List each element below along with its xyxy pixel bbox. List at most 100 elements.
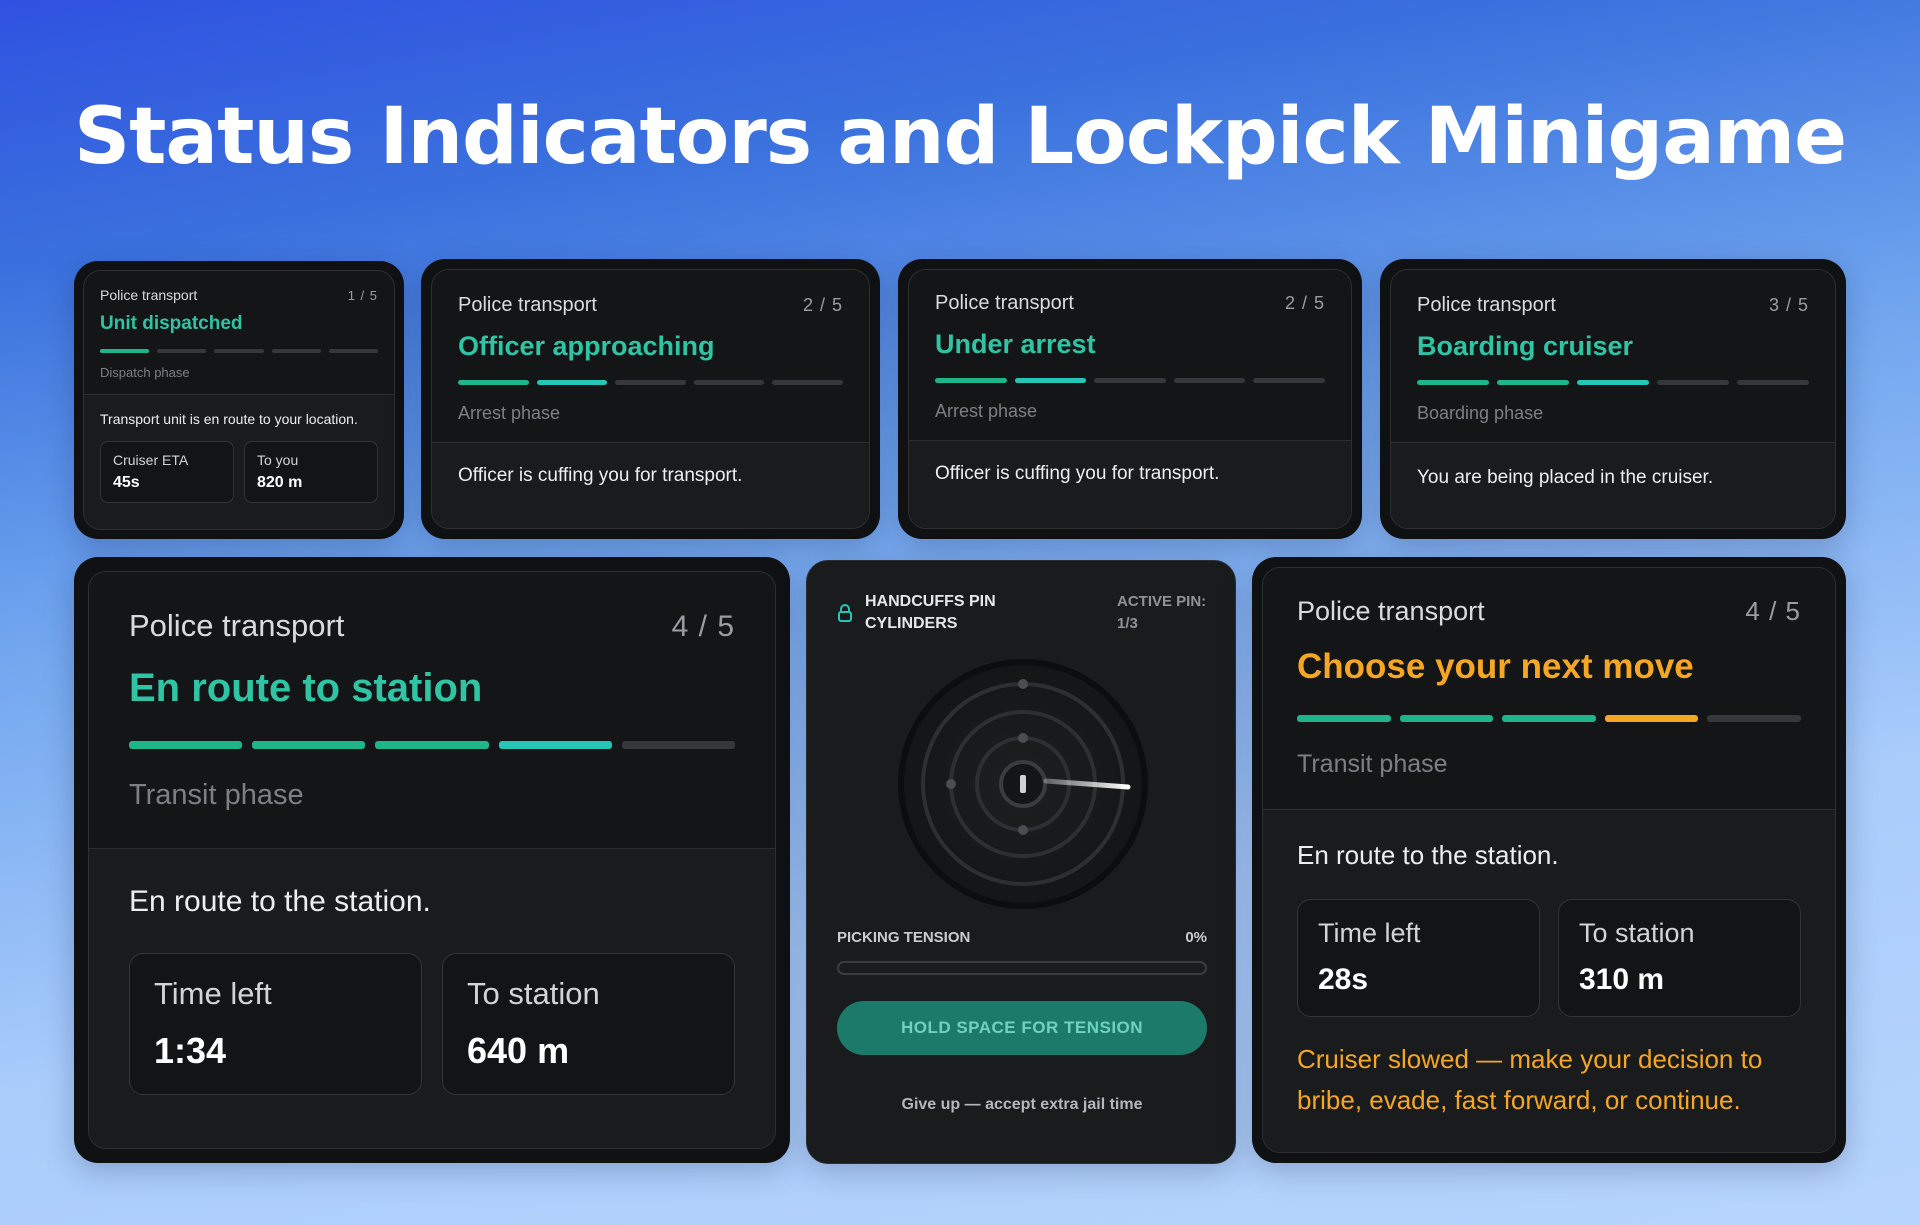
progress-segment [1577,380,1649,385]
status-title: Choose your next move [1297,647,1694,686]
progress-segment [1094,378,1166,383]
progress-segment [157,349,207,353]
step-counter: 3 / 5 [1768,295,1809,315]
card-under-arrest: Police transport 2 / 5 Under arrest Arre… [898,259,1362,539]
lockpick-title: HANDCUFFS PIN CYLINDERS [865,593,996,632]
progress-segment [615,380,686,385]
distance-tile: To you 820 m [244,441,378,503]
step-counter: 4 / 5 [1745,596,1801,626]
progress-segment [1604,715,1699,722]
tile-value: 820 m [257,474,303,491]
distance-tile: To station 310 m [1558,899,1801,1017]
progress-segment [271,349,321,353]
lockpick-panel: HANDCUFFS PIN CYLINDERS ACTIVE PIN: 1/3 [806,560,1236,1164]
progress-segment [498,741,612,749]
card-choose-next-move: Police transport 4 / 5 Choose your next … [1252,557,1846,1163]
pin-dot [1018,825,1028,835]
progress-segment [1657,380,1729,385]
progress-segment [536,380,608,385]
card-officer-approaching: Police transport 2 / 5 Officer approachi… [421,259,880,539]
card-label: Police transport [458,294,597,316]
time-left-tile: Time left 28s [1297,899,1540,1017]
tension-value: 0% [1185,929,1207,946]
phase-label: Arrest phase [458,403,561,423]
distance-tile: To station 640 m [442,953,735,1095]
tile-label: To station [467,976,600,1011]
active-pin-value: 1/3 [1117,615,1138,632]
card-boarding-cruiser: Police transport 3 / 5 Boarding cruiser … [1380,259,1846,539]
decision-warning: Cruiser slowed — make your decision to b… [1297,1044,1763,1115]
status-message: En route to the station. [1297,840,1559,870]
status-title: Officer approaching [458,331,715,361]
tile-value: 28s [1318,963,1369,996]
tile-label: Cruiser ETA [113,452,189,468]
phase-label: Dispatch phase [100,365,190,380]
tile-label: To you [257,452,299,468]
progress-segment [621,741,736,749]
progress-segment [935,378,1007,383]
progress-bars [458,380,843,385]
progress-segment [1497,380,1569,385]
give-up-link[interactable]: Give up — accept extra jail time [807,1096,1237,1114]
hold-tension-button[interactable]: HOLD SPACE FOR TENSION [837,1001,1207,1055]
step-counter: 1 / 5 [347,288,378,303]
status-title: En route to station [129,666,483,710]
step-counter: 2 / 5 [1284,293,1325,313]
active-pin-label: ACTIVE PIN: [1117,593,1207,610]
tile-value: 310 m [1579,963,1665,996]
step-counter: 2 / 5 [802,295,843,315]
status-message: You are being placed in the cruiser. [1417,467,1714,488]
progress-segment [1707,715,1801,722]
status-message: En route to the station. [129,885,431,918]
time-left-tile: Time left 1:34 [129,953,422,1095]
tile-value: 45s [113,474,140,491]
status-title: Boarding cruiser [1417,331,1634,361]
card-label: Police transport [129,608,345,643]
progress-segment [252,741,366,749]
tile-label: Time left [1318,918,1421,948]
tile-value: 640 m [467,1030,570,1071]
pin-dot [1018,733,1028,743]
progress-segment [693,380,765,385]
card-unit-dispatched: Police transport 1 / 5 Unit dispatched D… [74,261,404,539]
eta-tile: Cruiser ETA 45s [100,441,234,503]
status-message: Officer is cuffing you for transport. [458,465,743,486]
phase-label: Arrest phase [935,401,1038,421]
status-message: Officer is cuffing you for transport. [935,463,1220,484]
page-headline: Status Indicators and Lockpick Minigame [73,92,1847,182]
card-label: Police transport [100,287,198,303]
card-label: Police transport [1417,294,1556,316]
status-title: Unit dispatched [100,313,243,334]
progress-bars [129,741,736,749]
phase-label: Transit phase [129,779,304,811]
padlock-icon [838,604,852,622]
progress-segment [1502,715,1596,722]
progress-bars [1417,380,1809,385]
pin-dot [946,779,956,789]
phase-label: Transit phase [1297,750,1448,778]
pin-dot [1018,679,1028,689]
card-label: Police transport [935,292,1074,314]
progress-segment [328,349,379,353]
progress-segment [1297,715,1391,722]
progress-bars [1297,715,1801,722]
tile-value: 1:34 [154,1030,227,1071]
tension-label: PICKING TENSION [837,929,971,946]
progress-segment [458,380,529,385]
lock-cylinder-dial[interactable] [898,659,1148,909]
tile-label: Time left [154,976,272,1011]
card-en-route: Police transport 4 / 5 En route to stati… [74,557,790,1163]
progress-segment [772,380,843,385]
progress-bars [100,349,379,353]
progress-segment [100,349,150,353]
progress-segment [375,741,489,749]
tension-bar [837,961,1207,975]
progress-segment [1737,380,1809,385]
tile-label: To station [1579,918,1695,948]
phase-label: Boarding phase [1417,403,1544,423]
status-title: Under arrest [935,329,1096,359]
step-counter: 4 / 5 [671,610,735,643]
progress-segment [129,741,243,749]
tension-row: PICKING TENSION 0% [837,929,1207,946]
status-message: Transport unit is en route to your locat… [100,411,358,427]
